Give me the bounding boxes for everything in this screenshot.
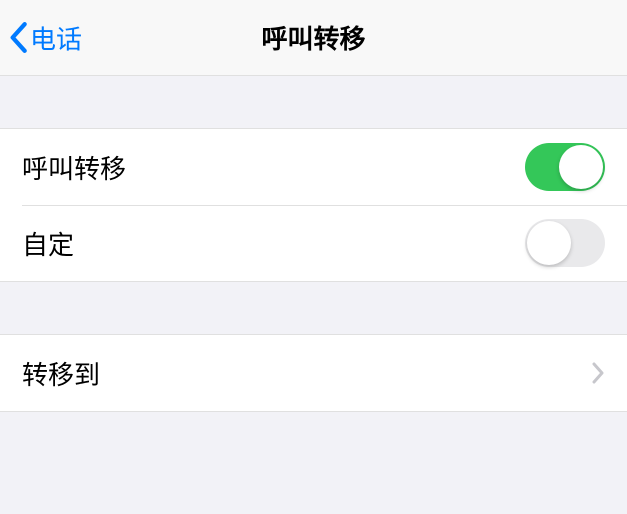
switch-knob [559, 145, 603, 189]
back-label: 电话 [30, 19, 82, 56]
switch-call-forward[interactable] [525, 143, 605, 191]
row-call-forward: 呼叫转移 [0, 129, 627, 205]
row-label-call-forward: 呼叫转移 [22, 149, 126, 186]
switch-custom[interactable] [525, 219, 605, 267]
navigation-bar: 电话 呼叫转移 [0, 0, 627, 76]
row-label-custom: 自定 [22, 225, 74, 262]
section-spacer [0, 282, 627, 334]
chevron-left-icon [8, 22, 28, 54]
row-label-forward-to: 转移到 [22, 355, 100, 392]
switch-knob [527, 221, 571, 265]
row-forward-to[interactable]: 转移到 [0, 335, 627, 411]
row-custom: 自定 [0, 205, 627, 281]
page-title: 呼叫转移 [261, 19, 365, 56]
settings-group-2: 转移到 [0, 334, 627, 412]
back-button[interactable]: 电话 [8, 19, 82, 56]
settings-group-1: 呼叫转移 自定 [0, 128, 627, 282]
chevron-right-icon [591, 361, 605, 385]
section-spacer [0, 76, 627, 128]
